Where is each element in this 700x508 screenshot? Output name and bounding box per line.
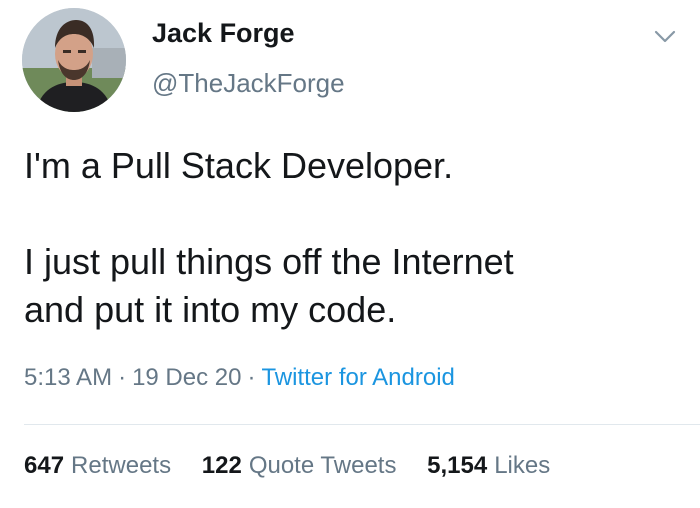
quote-tweets-stat[interactable]: 122 Quote Tweets xyxy=(202,452,397,480)
likes-count: 5,154 xyxy=(427,452,488,479)
engagement-stats: 647 Retweets 122 Quote Tweets 5,154 Likes xyxy=(24,452,550,480)
retweets-stat[interactable]: 647 Retweets xyxy=(24,452,171,480)
retweets-count: 647 xyxy=(24,452,65,479)
tweet-text-line: I'm a Pull Stack Developer. xyxy=(24,145,454,186)
meta-separator: · xyxy=(247,364,256,391)
avatar-image xyxy=(22,8,126,112)
tweet-date[interactable]: 19 Dec 20 xyxy=(132,364,241,391)
tweet-meta: 5:13 AM · 19 Dec 20 · Twitter for Android xyxy=(24,364,455,392)
divider xyxy=(24,424,700,425)
tweet-card: Jack Forge @TheJackForge I'm a Pull Stac… xyxy=(0,0,700,508)
avatar[interactable] xyxy=(22,8,126,112)
tweet-time[interactable]: 5:13 AM xyxy=(24,364,112,391)
user-handle[interactable]: @TheJackForge xyxy=(152,68,345,99)
likes-label: Likes xyxy=(494,452,551,479)
tweet-source-link[interactable]: Twitter for Android xyxy=(261,364,454,391)
quote-tweets-label: Quote Tweets xyxy=(248,452,397,479)
tweet-text-line: and put it into my code. xyxy=(24,289,397,330)
tweet-text-line: I just pull things off the Internet xyxy=(24,241,514,282)
quote-tweets-count: 122 xyxy=(201,452,242,479)
display-name[interactable]: Jack Forge xyxy=(152,18,295,49)
chevron-down-icon[interactable] xyxy=(652,26,678,46)
tweet-text: I'm a Pull Stack Developer. I just pull … xyxy=(24,142,684,334)
meta-separator: · xyxy=(118,364,127,391)
retweets-label: Retweets xyxy=(71,452,172,479)
likes-stat[interactable]: 5,154 Likes xyxy=(427,452,550,480)
